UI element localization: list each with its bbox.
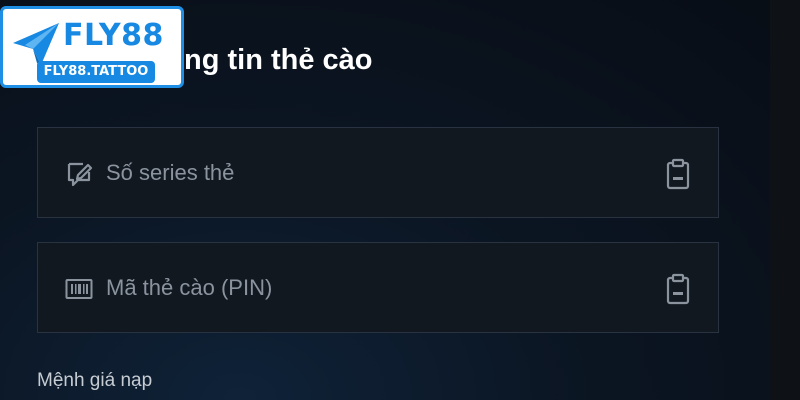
pin-field[interactable]: Mã thẻ cào (PIN) bbox=[37, 242, 719, 333]
edit-note-icon bbox=[67, 162, 93, 187]
logo-domain: FLY88.TATTOO bbox=[37, 61, 155, 83]
page-title: ng tin thẻ cào bbox=[184, 44, 373, 76]
amount-label: Mệnh giá nạp bbox=[37, 370, 153, 391]
barcode-icon bbox=[65, 279, 93, 299]
brand-logo: FLY88 FLY88.TATTOO bbox=[0, 6, 184, 88]
clipboard-icon[interactable] bbox=[666, 158, 690, 190]
clipboard-icon[interactable] bbox=[666, 273, 690, 305]
series-field[interactable]: Số series thẻ bbox=[37, 127, 719, 218]
logo-wordmark: FLY88 bbox=[63, 18, 164, 53]
series-field-placeholder: Số series thẻ bbox=[106, 160, 235, 185]
right-panel-edge bbox=[770, 0, 800, 400]
pin-field-placeholder: Mã thẻ cào (PIN) bbox=[106, 275, 273, 300]
